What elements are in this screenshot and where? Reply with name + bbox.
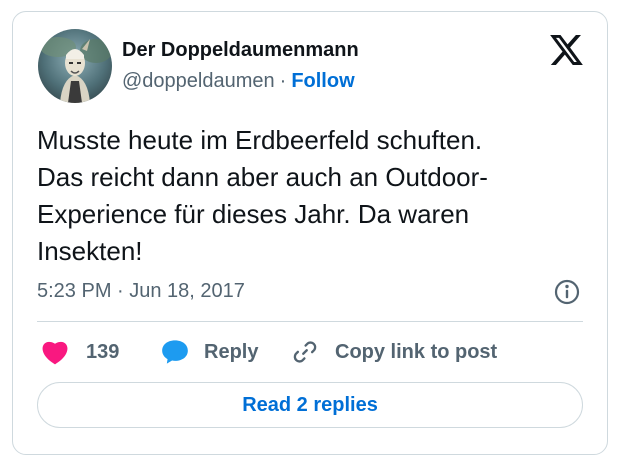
copy-link-button[interactable]: Copy link to post xyxy=(291,337,497,367)
tweet-timestamp[interactable]: 5:23 PM · Jun 18, 2017 xyxy=(37,280,245,303)
x-logo-icon[interactable] xyxy=(550,35,583,65)
copy-link-label: Copy link to post xyxy=(335,340,498,363)
divider xyxy=(37,321,583,322)
heart-icon xyxy=(42,341,68,365)
tweet-embed-card: Der Doppeldaumenmann @doppeldaumen · Follo… xyxy=(12,11,608,455)
tweet-actions: 139 Reply Copy link to post xyxy=(13,337,609,367)
speech-bubble-icon xyxy=(162,340,188,364)
separator-dot: · xyxy=(279,70,287,92)
avatar[interactable] xyxy=(38,29,112,103)
read-replies-button[interactable]: Read 2 replies xyxy=(37,382,583,428)
tweet-text-line: Insekten! xyxy=(37,236,143,266)
like-count: 139 xyxy=(86,340,120,363)
link-icon xyxy=(293,341,317,363)
tweet-text-line: Experience für dieses Jahr. Da waren xyxy=(37,199,470,229)
info-icon[interactable] xyxy=(553,278,581,306)
like-button[interactable]: 139 xyxy=(41,337,119,367)
reply-label: Reply xyxy=(204,340,259,363)
author-display-name[interactable]: Der Doppeldaumenmann xyxy=(122,39,359,62)
avatar-image xyxy=(38,29,112,103)
tweet-text: Musste heute im Erdbeerfeld schuften. Da… xyxy=(37,122,597,270)
tweet-text-line: Das reicht dann aber auch an Outdoor- xyxy=(37,162,488,192)
author-handle-row: @doppeldaumen · Follow xyxy=(122,70,355,93)
author-handle[interactable]: @doppeldaumen xyxy=(122,70,275,92)
follow-button[interactable]: Follow xyxy=(291,70,354,92)
tweet-text-line: Musste heute im Erdbeerfeld schuften. xyxy=(37,125,483,155)
reply-button[interactable]: Reply xyxy=(161,337,258,367)
